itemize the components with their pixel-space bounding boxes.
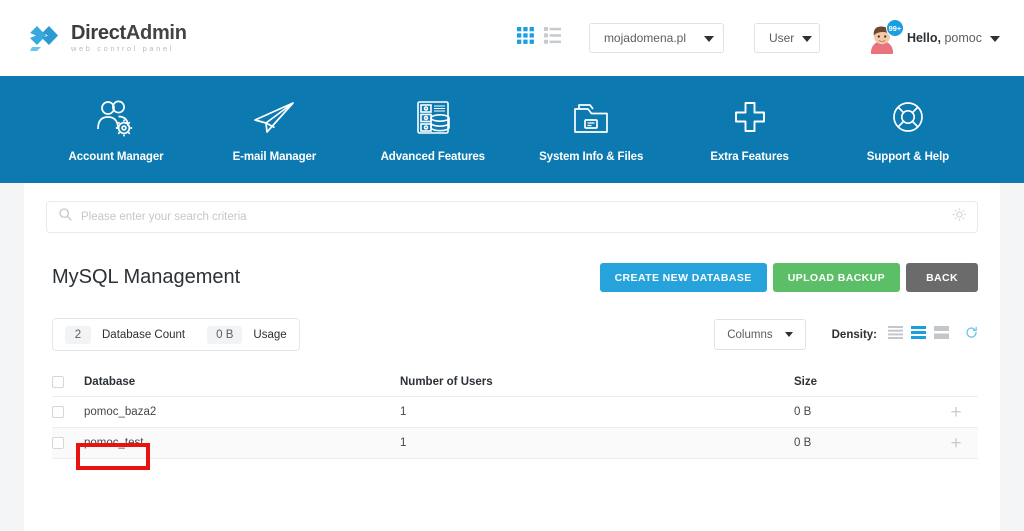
search-icon	[59, 208, 72, 226]
plus-icon[interactable]: +	[950, 403, 961, 422]
column-header-size[interactable]: Size	[794, 376, 934, 388]
chevron-down-icon	[704, 35, 714, 42]
brand-tagline: web control panel	[71, 44, 174, 54]
nav-item-extra-features[interactable]: Extra Features	[680, 97, 820, 163]
stats-summary: 2 Database Count 0 B Usage	[52, 318, 300, 351]
chevron-down-icon	[784, 332, 793, 337]
avatar[interactable]: 99+	[866, 19, 904, 63]
upload-backup-button[interactable]: UPLOAD BACKUP	[772, 263, 901, 292]
gear-icon[interactable]	[952, 207, 967, 227]
refresh-icon[interactable]	[965, 326, 978, 344]
domain-selector-value: mojadomena.pl	[603, 31, 686, 45]
density-label: Density:	[831, 328, 877, 341]
density-options	[888, 325, 949, 344]
user-greeting: Hello, pomoc	[907, 31, 1000, 45]
page-header-row: MySQL Management CREATE NEW DATABASE UPL…	[24, 233, 1000, 292]
column-header-number-of-users[interactable]: Number of Users	[400, 376, 794, 388]
brand-name: DirectAdmin	[71, 23, 187, 43]
columns-dropdown[interactable]: Columns	[714, 319, 806, 350]
user-type-selector[interactable]: User	[753, 23, 820, 53]
nav-label: Account Manager	[68, 150, 164, 163]
cell-size: 0 B	[794, 437, 812, 449]
page-title: MySQL Management	[52, 266, 241, 288]
row-select-cell	[52, 406, 84, 418]
nav-label: Extra Features	[710, 150, 789, 163]
nav-item-email-manager[interactable]: E-mail Manager	[204, 97, 344, 163]
users-gear-icon	[93, 97, 139, 141]
cell-number-of-users: 1	[400, 406, 407, 418]
table-header-row: Database Number of Users Size	[52, 367, 978, 397]
plus-icon	[727, 97, 773, 141]
database-count-label: Database Count	[102, 328, 186, 341]
search-bar[interactable]	[46, 201, 978, 233]
table-row[interactable]: pomoc_test 1 0 B +	[52, 428, 978, 459]
nav-label: E-mail Manager	[232, 150, 317, 163]
nav-item-support-help[interactable]: Support & Help	[838, 97, 978, 163]
table-row[interactable]: pomoc_baza2 1 0 B +	[52, 397, 978, 428]
row-checkbox[interactable]	[52, 406, 64, 418]
main-navigation: Account Manager E-mail Manager Advanced …	[0, 76, 1024, 183]
plus-icon[interactable]: +	[950, 434, 961, 453]
notification-badge[interactable]: 99+	[885, 19, 904, 37]
greeting-username: pomoc	[944, 31, 982, 45]
brand-name-light: Admin	[125, 22, 187, 45]
chevron-down-icon	[802, 35, 813, 42]
back-button[interactable]: BACK	[906, 263, 978, 292]
cell-size: 0 B	[794, 406, 812, 418]
density-comfortable-icon[interactable]	[934, 325, 949, 344]
brand-logo[interactable]: DirectAdmin web control panel	[28, 21, 187, 55]
greeting-bold: Hello,	[906, 31, 941, 45]
usage-value: 0 B	[207, 325, 243, 344]
user-type-value: User	[768, 31, 795, 45]
cell-number-of-users: 1	[400, 437, 407, 449]
cell-expand[interactable]: +	[934, 403, 978, 422]
density-standard-icon[interactable]	[911, 325, 926, 344]
row-select-cell	[52, 437, 84, 449]
table-view-controls: Columns Density:	[714, 319, 978, 350]
brand-name-bold: Direct	[71, 22, 126, 45]
select-all-cell	[52, 375, 84, 388]
select-all-checkbox[interactable]	[52, 375, 64, 388]
nav-item-account-manager[interactable]: Account Manager	[46, 97, 186, 163]
density-compact-icon[interactable]	[888, 325, 903, 344]
cell-expand[interactable]: +	[934, 434, 978, 453]
cell-database-name[interactable]: pomoc_test	[84, 437, 400, 449]
page-actions: CREATE NEW DATABASE UPLOAD BACKUP BACK	[599, 263, 978, 292]
create-new-database-button[interactable]: CREATE NEW DATABASE	[599, 263, 767, 292]
database-server-icon	[410, 97, 456, 141]
cell-database-name[interactable]: pomoc_baza2	[84, 406, 400, 418]
nav-label: Support & Help	[866, 150, 950, 163]
view-toggle-group	[516, 27, 561, 49]
nav-item-system-info-files[interactable]: System Info & Files	[521, 97, 661, 163]
database-count-value: 2	[65, 325, 91, 344]
list-view-icon[interactable]	[543, 27, 561, 49]
row-checkbox[interactable]	[52, 437, 64, 449]
databases-table: Database Number of Users Size pomoc_baza…	[52, 367, 978, 459]
column-header-database[interactable]: Database	[84, 376, 400, 388]
chevron-down-icon[interactable]	[990, 36, 1000, 42]
user-menu[interactable]: 99+ Hello, pomoc	[866, 19, 1000, 63]
nav-label: System Info & Files	[539, 150, 644, 163]
table-toolbar: 2 Database Count 0 B Usage Columns Densi…	[24, 292, 1000, 351]
search-input[interactable]	[81, 211, 952, 223]
usage-label: Usage	[253, 328, 287, 341]
domain-selector[interactable]: mojadomena.pl	[588, 23, 724, 53]
folder-icon	[568, 97, 614, 141]
top-header: DirectAdmin web control panel mojadomena…	[0, 0, 1024, 76]
paper-plane-icon	[251, 97, 297, 141]
search-row	[24, 183, 1000, 233]
header-actions: mojadomena.pl User 99+ Hello, pomoc	[516, 19, 1000, 63]
grid-view-icon[interactable]	[516, 27, 534, 49]
nav-item-advanced-features[interactable]: Advanced Features	[363, 97, 503, 163]
columns-dropdown-label: Columns	[727, 328, 773, 341]
nav-label: Advanced Features	[380, 150, 486, 163]
double-chevron-logo	[28, 21, 62, 55]
lifebuoy-icon	[885, 97, 931, 141]
content-card: MySQL Management CREATE NEW DATABASE UPL…	[24, 183, 1000, 531]
